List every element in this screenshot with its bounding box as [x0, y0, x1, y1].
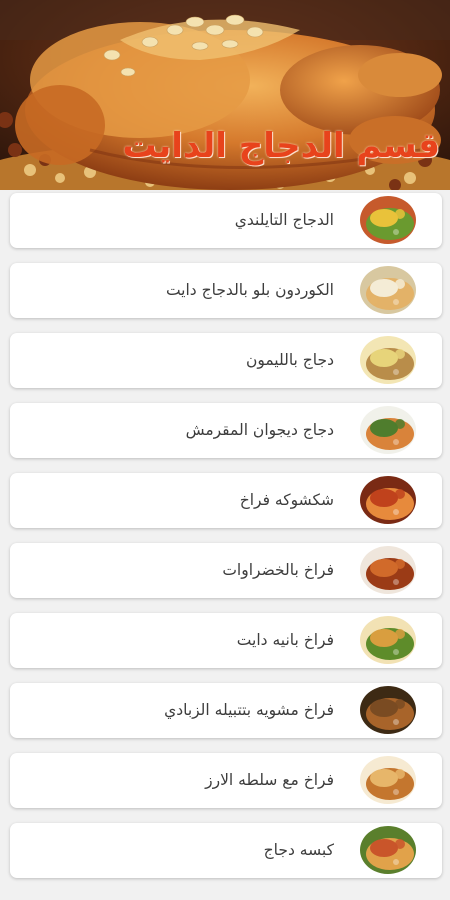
recipe-card[interactable]: فراخ مشويه بتتبيله الزبادي — [10, 683, 442, 738]
recipe-title: الدجاج التايلندي — [234, 211, 334, 229]
recipe-title: الكوردون بلو بالدجاج دايت — [165, 281, 334, 299]
page-title: قسم الدجاج الدايت — [122, 126, 440, 166]
recipe-card[interactable]: فراخ بانيه دايت — [10, 613, 442, 668]
recipe-title: كبسه دجاج — [263, 841, 334, 859]
recipe-title: فراخ مشويه بتتبيله الزبادي — [164, 701, 334, 719]
recipe-title: دجاج ديجوان المقرمش — [185, 421, 334, 439]
food-thumbnail — [360, 476, 416, 524]
recipe-card[interactable]: شكشوكه فراخ — [10, 473, 442, 528]
food-thumbnail — [360, 616, 416, 664]
food-thumbnail — [360, 196, 416, 244]
recipe-card[interactable]: دجاج بالليمون — [10, 333, 442, 388]
recipe-card[interactable]: فراخ مع سلطه الارز — [10, 753, 442, 808]
food-thumbnail — [360, 266, 416, 314]
food-thumbnail — [360, 406, 416, 454]
food-thumbnail — [360, 546, 416, 594]
recipe-card[interactable]: دجاج ديجوان المقرمش — [10, 403, 442, 458]
recipe-card[interactable]: الكوردون بلو بالدجاج دايت — [10, 263, 442, 318]
food-thumbnail — [360, 336, 416, 384]
recipe-title: فراخ مع سلطه الارز — [205, 771, 334, 789]
recipe-card[interactable]: فراخ بالخضراوات — [10, 543, 442, 598]
recipe-title: فراخ بالخضراوات — [222, 561, 334, 579]
header-banner: قسم الدجاج الدايت — [0, 0, 450, 190]
recipe-card[interactable]: الدجاج التايلندي — [10, 193, 442, 248]
recipe-title: شكشوكه فراخ — [239, 491, 334, 509]
food-thumbnail — [360, 686, 416, 734]
food-thumbnail — [360, 756, 416, 804]
recipe-card[interactable]: كبسه دجاج — [10, 823, 442, 878]
recipe-title: فراخ بانيه دايت — [236, 631, 334, 649]
recipe-title: دجاج بالليمون — [245, 351, 334, 369]
food-thumbnail — [360, 826, 416, 874]
